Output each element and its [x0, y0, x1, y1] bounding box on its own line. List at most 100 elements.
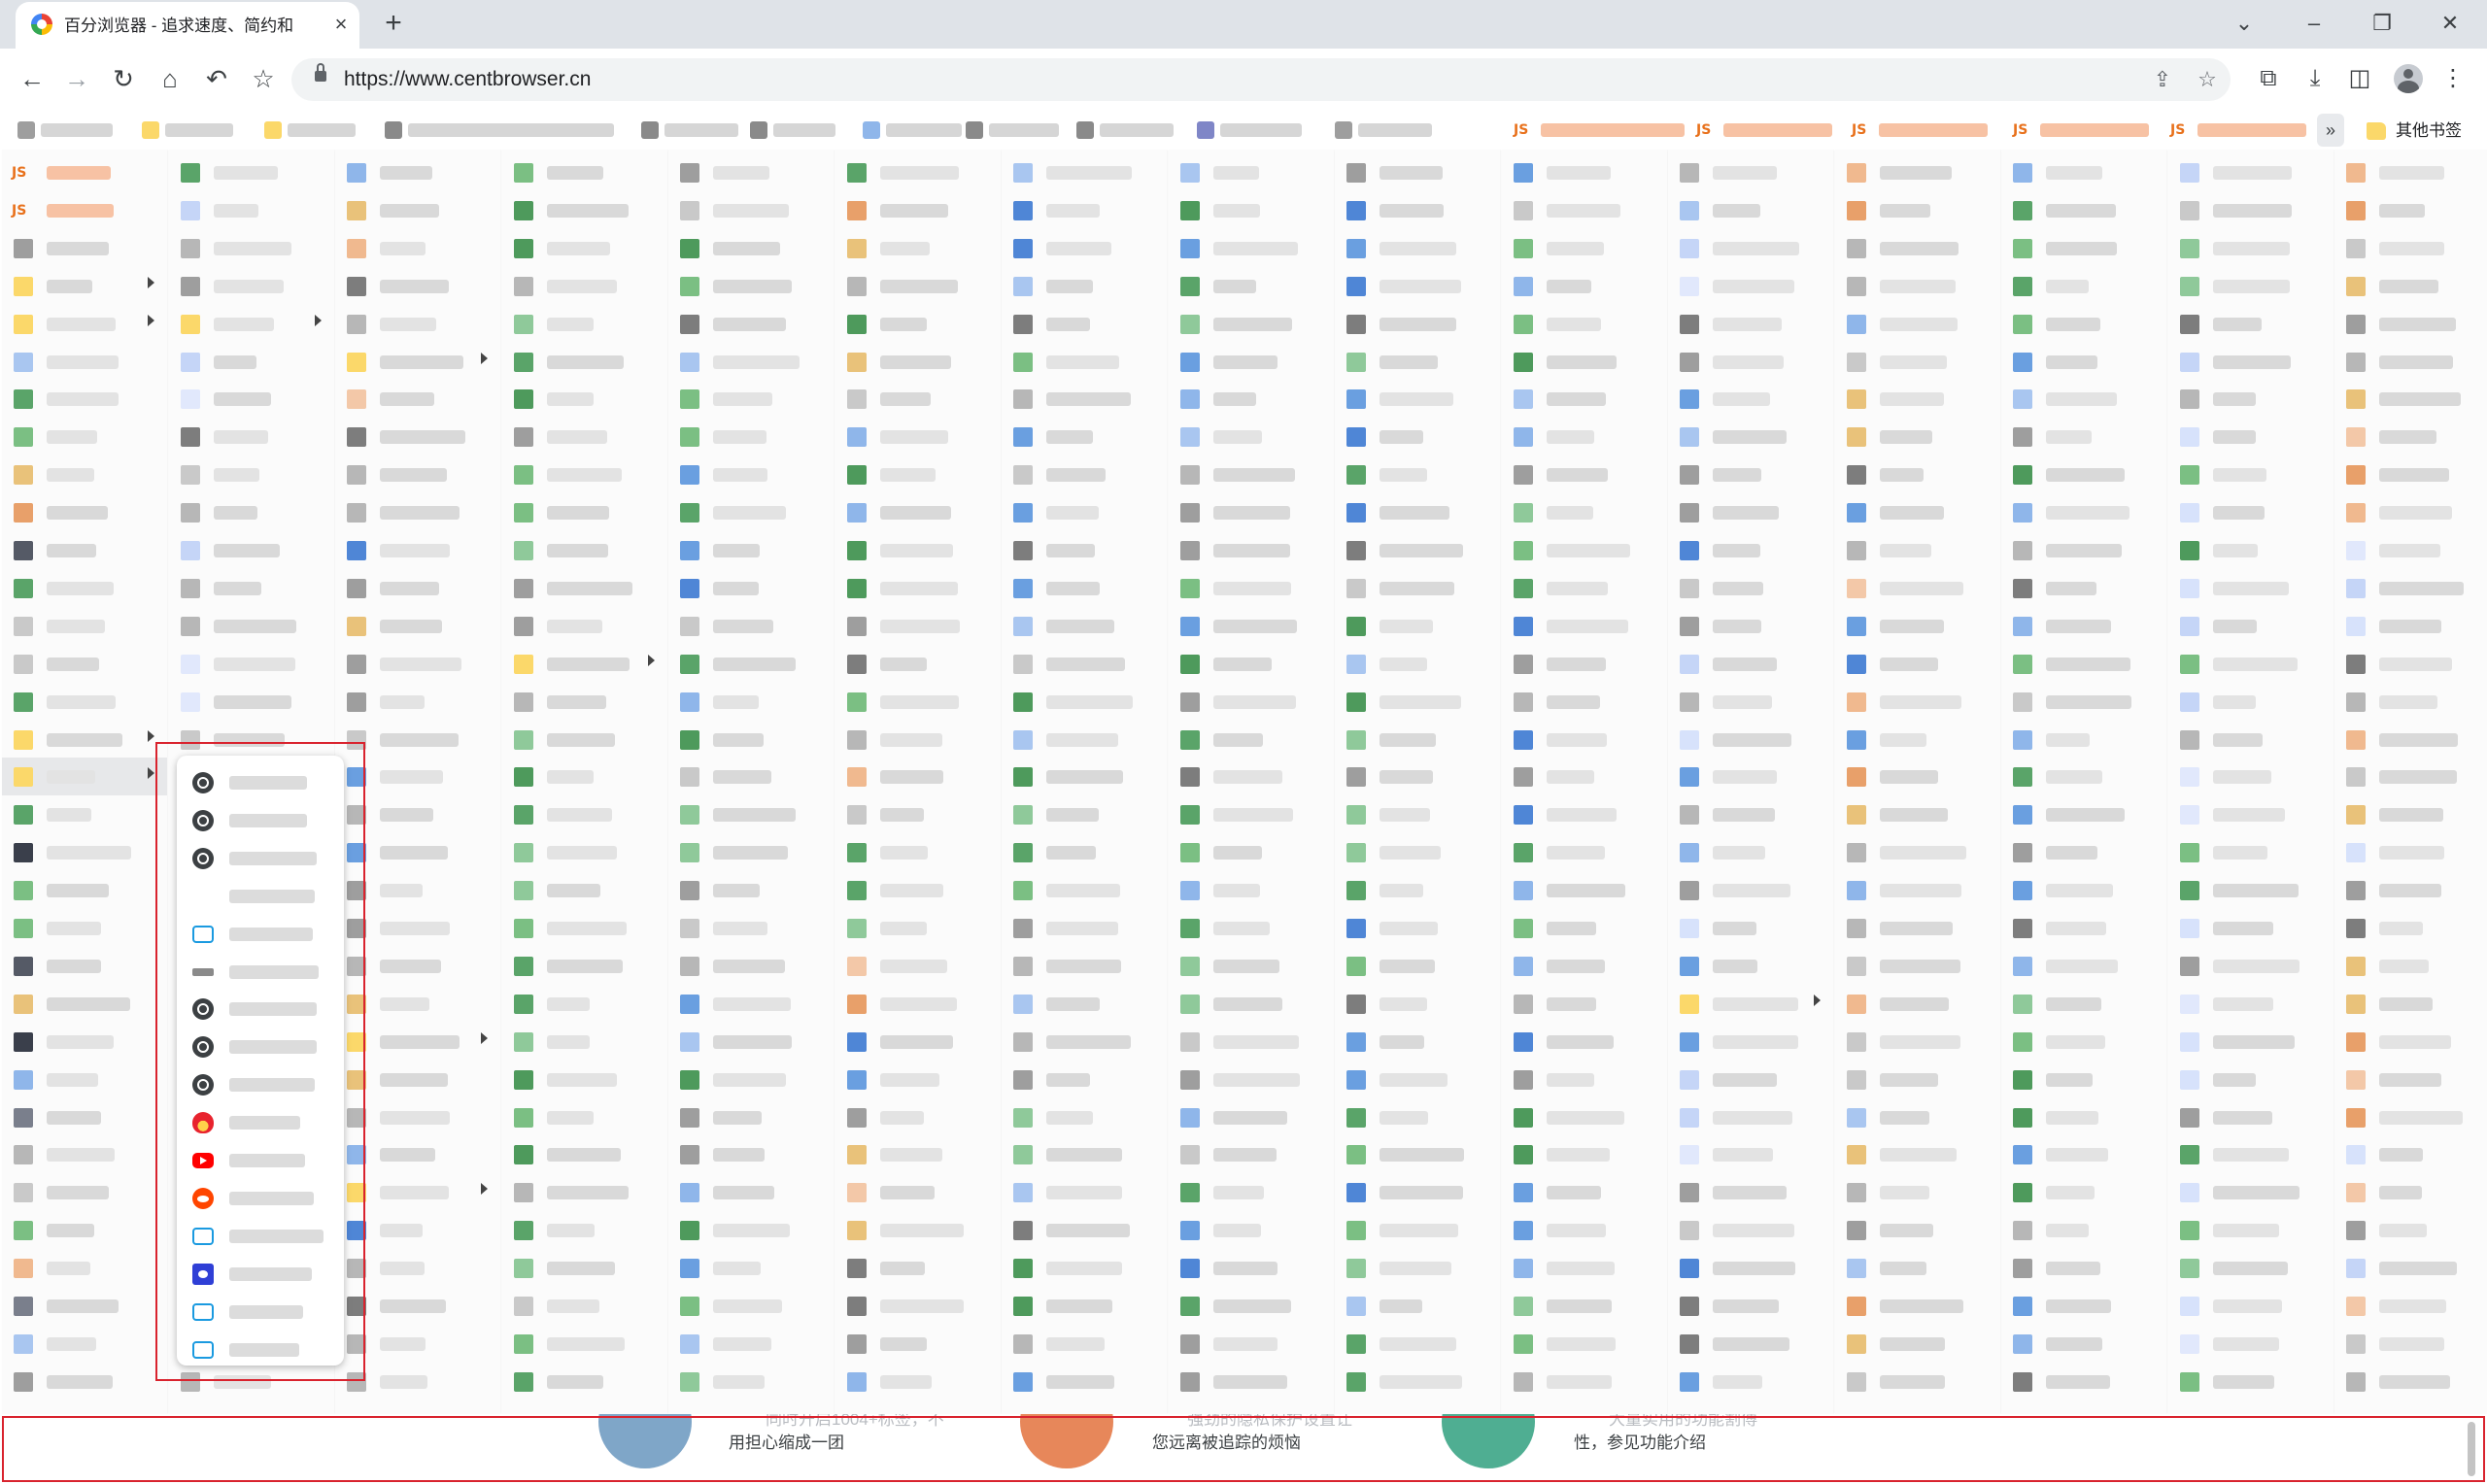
bookmark-menu-item[interactable] [502, 1023, 667, 1061]
bookmark-menu-item[interactable] [335, 380, 500, 418]
bookmark-menu-item[interactable] [835, 909, 1001, 947]
bookmark-menu-item[interactable] [1668, 758, 1833, 795]
favorite-star-button[interactable]: ☆ [247, 62, 280, 95]
bookmark-menu-item[interactable] [1002, 1249, 1167, 1287]
bookmark-menu-item[interactable] [502, 191, 667, 229]
bookmark-menu-item[interactable] [2168, 1173, 2334, 1211]
bookmark-menu-item[interactable] [1169, 1098, 1334, 1136]
bookmark-menu-item[interactable] [2334, 267, 2487, 305]
undo-close-tab-button[interactable]: ↶ [200, 62, 233, 95]
bookmark-menu-item[interactable] [502, 985, 667, 1023]
bookmark-menu-item[interactable] [2168, 871, 2334, 909]
bookmark-menu-item[interactable] [1835, 531, 2000, 569]
bookmark-menu-item[interactable] [502, 607, 667, 645]
bookmark-menu-item[interactable] [835, 947, 1001, 985]
bookmark-menu-item[interactable] [2334, 607, 2487, 645]
bookmark-menu-item[interactable] [1335, 909, 1500, 947]
bookmark-menu-item[interactable] [1169, 1061, 1334, 1098]
bookmark-menu-item[interactable] [1502, 758, 1667, 795]
bookmark-menu-item[interactable] [2168, 493, 2334, 531]
bookmark-menu-item[interactable] [502, 305, 667, 343]
bookmark-menu-item[interactable] [1668, 1211, 1833, 1249]
bookmark-menu-item[interactable] [835, 1287, 1001, 1325]
bookmark-menu-item[interactable] [1668, 455, 1833, 493]
bookmark-menu-item[interactable] [1502, 267, 1667, 305]
bookmark-menu-item[interactable] [668, 455, 834, 493]
bookmark-menu-item[interactable] [2334, 1061, 2487, 1098]
bookmark-menu-item[interactable] [2168, 645, 2334, 683]
bookmark-menu-item[interactable] [668, 1287, 834, 1325]
bookmark-menu-item[interactable] [668, 909, 834, 947]
bookmark-menu-item[interactable] [1335, 455, 1500, 493]
bookmark-menu-item[interactable] [1169, 153, 1334, 191]
bookmark-menu-item[interactable] [2001, 1287, 2166, 1325]
bookmark-menu-item[interactable] [502, 909, 667, 947]
bookmark-menu-item[interactable] [502, 343, 667, 381]
bookmark-menu-item[interactable] [2001, 418, 2166, 455]
bookmark-menu-item[interactable] [2168, 1098, 2334, 1136]
bookmark-menu-item[interactable] [169, 645, 334, 683]
bookmark-menu-item[interactable] [2, 795, 167, 833]
bookmark-menu-item[interactable] [835, 455, 1001, 493]
bookmark-menu-item[interactable] [1835, 569, 2000, 607]
bookmark-menu-item[interactable] [1668, 1325, 1833, 1363]
bookmark-menu-item[interactable] [1835, 455, 2000, 493]
bookmark-bar-item[interactable] [966, 119, 1069, 141]
close-window-button[interactable]: ✕ [2431, 6, 2470, 41]
bookmark-menu-item[interactable] [1335, 1098, 1500, 1136]
bookmark-menu-item[interactable] [502, 833, 667, 871]
bookmark-menu-item[interactable] [1502, 531, 1667, 569]
share-icon[interactable]: ⇪ [2149, 66, 2176, 93]
bookmark-menu-item[interactable] [1668, 229, 1833, 267]
bookmark-menu-item[interactable] [1668, 683, 1833, 721]
bookmark-menu-item[interactable] [1835, 871, 2000, 909]
bookmark-menu-item[interactable] [2001, 1173, 2166, 1211]
bookmark-menu-item[interactable] [2, 305, 167, 343]
bookmark-menu-item[interactable] [1169, 1173, 1334, 1211]
screenshot-crop-icon[interactable]: ⧉ [2252, 62, 2285, 95]
bookmark-menu-item[interactable] [2001, 1023, 2166, 1061]
bookmark-menu-item[interactable] [2334, 985, 2487, 1023]
bookmark-menu-item[interactable] [1502, 1211, 1667, 1249]
bookmark-menu-item[interactable] [2334, 871, 2487, 909]
bookmark-menu-item[interactable] [1835, 1173, 2000, 1211]
bookmark-menu-item[interactable] [1668, 1023, 1833, 1061]
bookmark-menu-item[interactable] [502, 645, 667, 683]
bookmark-menu-item[interactable] [835, 985, 1001, 1023]
bookmark-menu-item[interactable] [1502, 721, 1667, 759]
bookmark-menu-item[interactable] [1335, 1173, 1500, 1211]
lock-icon[interactable] [315, 63, 326, 82]
bookmark-menu-item[interactable] [2001, 947, 2166, 985]
bookmark-menu-item[interactable] [668, 1249, 834, 1287]
bookmark-bar-js-item[interactable]: JS [2170, 119, 2316, 141]
bookmark-menu-item[interactable] [668, 531, 834, 569]
bookmark-menu-item[interactable] [1668, 305, 1833, 343]
bookmark-menu-item[interactable] [668, 343, 834, 381]
bookmark-menu-item[interactable] [1668, 531, 1833, 569]
bookmark-menu-item[interactable] [1169, 871, 1334, 909]
bookmark-menu-item[interactable] [335, 569, 500, 607]
bookmark-menu-item[interactable] [835, 267, 1001, 305]
bookmark-menu-item[interactable] [1502, 909, 1667, 947]
bookmark-menu-item[interactable] [835, 191, 1001, 229]
bookmark-menu-item[interactable] [1002, 871, 1167, 909]
bookmark-menu-item[interactable] [1169, 758, 1334, 795]
bookmark-menu-item[interactable] [835, 1061, 1001, 1098]
bookmark-menu-item[interactable] [1335, 305, 1500, 343]
minimize-button[interactable]: – [2295, 6, 2334, 41]
bookmark-menu-item[interactable] [2001, 153, 2166, 191]
bookmark-menu-item[interactable] [1835, 1098, 2000, 1136]
bookmark-menu-item[interactable] [2168, 1249, 2334, 1287]
bookmark-menu-item[interactable] [335, 418, 500, 455]
forward-button[interactable]: → [60, 62, 93, 95]
bookmark-menu-item[interactable] [169, 267, 334, 305]
bookmark-menu-item[interactable] [502, 1363, 667, 1400]
bookmark-menu-item[interactable] [335, 531, 500, 569]
bookmark-menu-item[interactable] [668, 1135, 834, 1173]
bookmark-menu-item[interactable] [169, 418, 334, 455]
bookmark-menu-item[interactable] [668, 380, 834, 418]
bookmark-menu-item[interactable] [1502, 683, 1667, 721]
bookmark-menu-item[interactable] [1668, 645, 1833, 683]
bookmark-menu-item[interactable] [2001, 645, 2166, 683]
bookmark-star-icon[interactable]: ☆ [2194, 66, 2221, 93]
